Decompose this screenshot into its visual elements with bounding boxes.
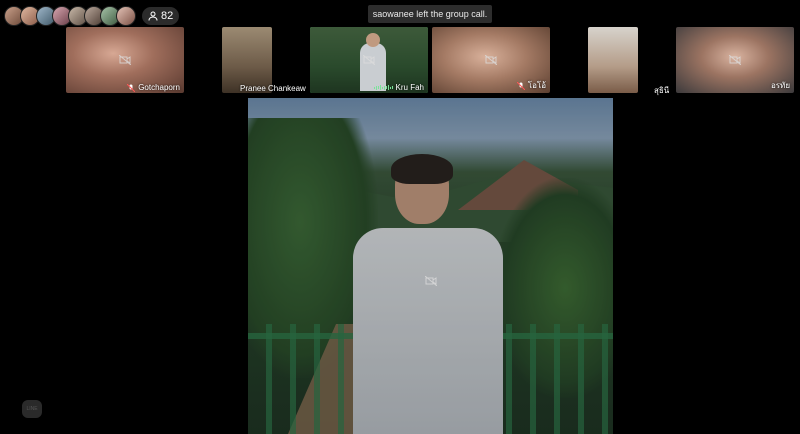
tile-name: Gotchaporn	[127, 83, 180, 92]
tile-name: โอโอ้	[516, 79, 546, 92]
participants-icon	[148, 11, 158, 21]
camera-off-icon	[729, 55, 741, 65]
line-logo-icon: LINE	[22, 400, 42, 418]
tile-name: Pranee Chankeaw	[240, 84, 306, 93]
notification-toast: saowanee left the group call.	[368, 5, 492, 23]
toast-message: saowanee left the group call.	[372, 9, 488, 19]
audio-wave-icon	[373, 85, 393, 90]
participant-count-button[interactable]: 82	[142, 7, 180, 25]
video-tile[interactable]	[588, 27, 638, 93]
participant-avatars[interactable]: 82	[4, 6, 180, 26]
video-tile-active-speaker[interactable]: Kru Fah	[310, 27, 428, 93]
tile-name: อรทัย	[770, 81, 790, 90]
camera-off-icon	[485, 55, 497, 65]
tile-name: Kru Fah	[373, 83, 424, 92]
avatar	[116, 6, 136, 26]
camera-off-icon	[363, 55, 375, 65]
mic-off-icon	[516, 81, 525, 90]
main-video[interactable]	[248, 98, 613, 434]
video-tile[interactable]: อรทัย	[676, 27, 794, 93]
participant-count: 82	[161, 10, 174, 22]
camera-off-icon	[424, 276, 437, 286]
camera-off-icon	[119, 55, 131, 65]
tile-name: สุธินี	[654, 86, 670, 95]
video-tile[interactable]: Gotchaporn	[66, 27, 184, 93]
mic-off-icon	[127, 83, 136, 92]
video-tile[interactable]: โอโอ้	[432, 27, 550, 93]
